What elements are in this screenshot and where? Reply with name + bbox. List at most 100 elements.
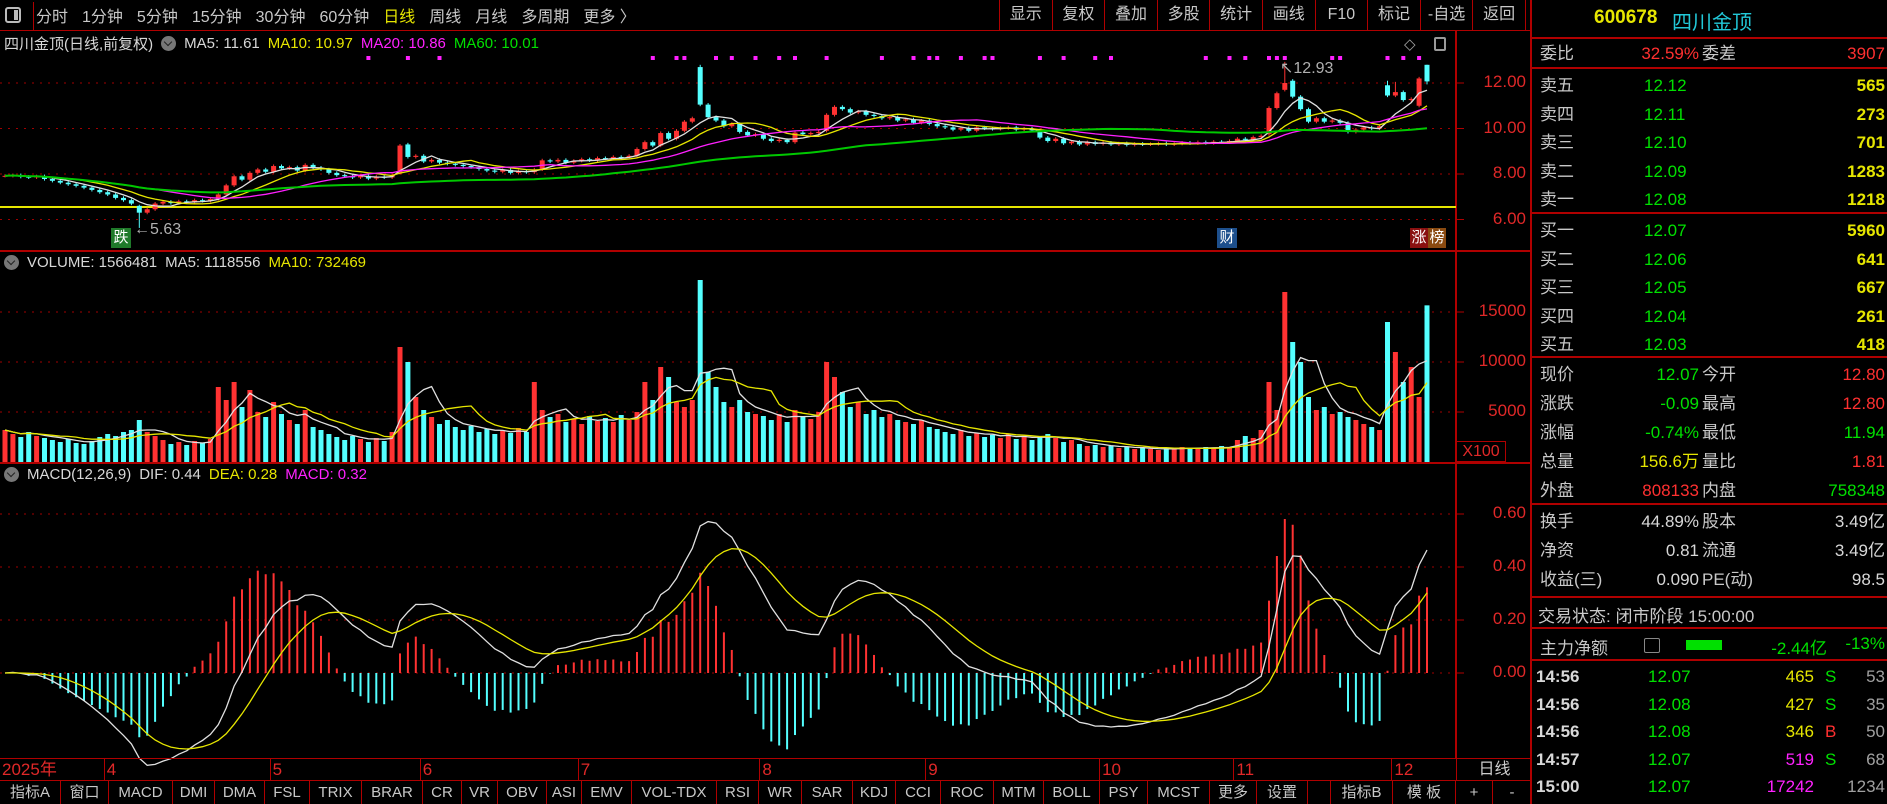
indicator-tab[interactable]: EMV: [582, 781, 632, 804]
sells-label: 卖五: [1540, 76, 1574, 95]
sells-price: 12.12: [1644, 76, 1687, 95]
dropdown-icon[interactable]: [161, 36, 177, 51]
volume-bar: [1313, 410, 1319, 462]
indicator-tab[interactable]: 指标A: [0, 781, 61, 804]
volume-value: VOLUME: 1566481: [27, 254, 158, 271]
indicator-tab[interactable]: 更多: [1210, 781, 1257, 804]
price-axis-label: 6.00: [1492, 208, 1526, 228]
volume-bar: [1345, 417, 1351, 462]
volume-bar: [579, 424, 585, 462]
tick-price: 12.08: [1648, 694, 1691, 714]
tick-list[interactable]: 14:56 12.07 465 S 53 14:56 12.08 427 S 35 14:56 12.…: [1532, 662, 1887, 804]
candle: [49, 179, 55, 181]
period-label[interactable]: 日线: [1456, 759, 1532, 781]
indicator-tab[interactable]: 设置: [1257, 781, 1308, 804]
indicator-tab[interactable]: VR: [462, 781, 498, 804]
volume-bar: [1155, 450, 1161, 462]
indicator-tab[interactable]: +: [1456, 781, 1493, 804]
tick-volume: 519: [1785, 749, 1814, 769]
indicator-tab[interactable]: BOLL: [1044, 781, 1100, 804]
volume-bar: [263, 417, 269, 462]
signal-marker: [753, 56, 758, 60]
tick-count: 50: [1866, 722, 1885, 741]
ma60-line: [4, 127, 1428, 194]
dropdown-icon[interactable]: [4, 467, 19, 482]
indicator-tab[interactable]: VOL-TDX: [632, 781, 717, 804]
indicator-tab[interactable]: ASI: [547, 781, 582, 804]
buys-volume: 5960: [1847, 221, 1885, 240]
candle: [397, 145, 403, 173]
inner-volume: 758348: [1828, 481, 1885, 500]
indicator-tab[interactable]: SAR: [802, 781, 853, 804]
sells-price: 12.08: [1644, 190, 1687, 210]
indicator-tab[interactable]: [1308, 781, 1331, 804]
volume-bar: [1290, 342, 1296, 462]
indicator-tab[interactable]: 窗口: [61, 781, 109, 804]
indicator-tab[interactable]: MACD: [109, 781, 173, 804]
volume-bar: [1306, 397, 1311, 462]
indicator-tab[interactable]: BRAR: [362, 781, 423, 804]
volume-bar: [966, 436, 972, 462]
rank-badge[interactable]: 涨: [1410, 228, 1428, 248]
candle: [1424, 64, 1430, 82]
rank-badge[interactable]: 榜: [1428, 228, 1446, 248]
signal-marker: [777, 56, 782, 60]
indicator-tab[interactable]: CR: [423, 781, 462, 804]
candle: [73, 184, 79, 186]
indicator-tab[interactable]: OBV: [498, 781, 547, 804]
stat-label: 总量: [1540, 452, 1574, 471]
indicator-tab[interactable]: FSL: [265, 781, 310, 804]
volume-bar: [1234, 440, 1240, 462]
signal-marker: [1243, 56, 1248, 60]
candle: [847, 109, 853, 113]
indicator-tab[interactable]: RSI: [717, 781, 759, 804]
volume-bar: [737, 400, 743, 462]
buys-row: 买四 12.04 261: [1532, 302, 1887, 331]
sells-row: 卖二 12.09 1283: [1532, 157, 1887, 186]
sells-volume: 1218: [1847, 190, 1885, 210]
indicator-tab[interactable]: ROC: [941, 781, 994, 804]
indicator-tab[interactable]: MCST: [1148, 781, 1210, 804]
dropdown-icon[interactable]: [4, 255, 19, 270]
indicator-tab[interactable]: DMI: [173, 781, 215, 804]
volume-bar: [1195, 449, 1201, 462]
indicator-tab[interactable]: KDJ: [853, 781, 896, 804]
kline-chart[interactable]: [0, 0, 1530, 804]
weicha-value: 3907: [1847, 44, 1885, 63]
candle: [768, 138, 774, 142]
volume-bar: [1266, 382, 1272, 462]
indicator-tab[interactable]: TRIX: [310, 781, 362, 804]
list-icon[interactable]: [1644, 638, 1660, 653]
candle: [263, 169, 269, 172]
chart-title: 四川金顶(日线,前复权): [4, 36, 154, 53]
signal-marker: [405, 56, 410, 60]
indicator-tab[interactable]: 模 板: [1393, 781, 1456, 804]
diamond-icon[interactable]: ◇: [1404, 35, 1416, 53]
volume-bar: [887, 414, 893, 462]
indicator-tab[interactable]: -: [1493, 781, 1532, 804]
indicator-tab[interactable]: 指标B: [1331, 781, 1393, 804]
volume-bar: [1045, 434, 1051, 462]
indicator-tab[interactable]: DMA: [215, 781, 265, 804]
volume-bar: [1132, 449, 1138, 462]
volume-bar: [1400, 382, 1406, 462]
finance-badge[interactable]: 财: [1217, 228, 1237, 248]
panel-toggle-icon[interactable]: [1434, 37, 1446, 51]
month-label: 11: [1233, 759, 1254, 781]
candle: [144, 209, 150, 213]
flow-bar: [1686, 640, 1722, 650]
volume-bar: [444, 420, 450, 462]
signal-marker: [793, 56, 797, 60]
indicator-tab[interactable]: WR: [759, 781, 802, 804]
indicator-tab[interactable]: MTM: [994, 781, 1044, 804]
indicator-tab[interactable]: PSY: [1100, 781, 1148, 804]
quote-panel: 600678 四川金顶 委比 32.59% 委差 3907 卖五 12.12 565…: [1530, 0, 1887, 804]
tick-side: B: [1825, 722, 1837, 741]
volume-bar: [1203, 447, 1209, 462]
volume-bar: [1337, 412, 1343, 462]
indicator-tab[interactable]: CCI: [896, 781, 941, 804]
candle: [871, 114, 877, 116]
candle: [958, 128, 964, 130]
buys-label: 买一: [1540, 221, 1574, 240]
sells-label: 卖三: [1540, 133, 1574, 153]
